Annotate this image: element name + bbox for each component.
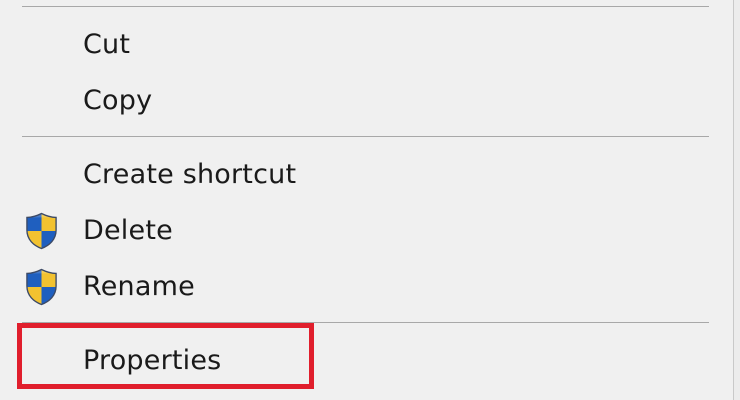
menu-separator (22, 322, 709, 323)
menu-item-label: Copy (83, 84, 153, 116)
uac-shield-icon (24, 268, 59, 307)
menu-item-properties[interactable]: Properties (0, 336, 733, 386)
screen: Cut Copy Create shortcut Delete Rename P… (0, 0, 740, 400)
menu-separator (22, 136, 709, 137)
menu-item-create-shortcut[interactable]: Create shortcut (0, 150, 733, 200)
uac-shield-icon (24, 212, 59, 251)
menu-item-rename[interactable]: Rename (0, 262, 733, 312)
menu-item-label: Properties (83, 344, 222, 376)
menu-item-cut[interactable]: Cut (0, 20, 733, 70)
menu-item-label: Cut (83, 28, 131, 60)
menu-item-delete[interactable]: Delete (0, 206, 733, 256)
menu-item-copy[interactable]: Copy (0, 76, 733, 126)
context-menu: Cut Copy Create shortcut Delete Rename P… (0, 0, 734, 400)
menu-item-label: Create shortcut (83, 158, 297, 190)
menu-separator (22, 6, 709, 7)
menu-item-label: Rename (83, 270, 195, 302)
menu-item-label: Delete (83, 214, 173, 246)
